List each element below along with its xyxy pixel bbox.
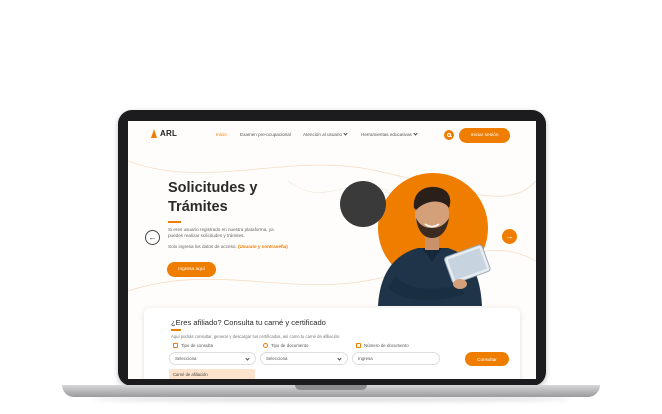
search-icon-handle — [449, 135, 452, 138]
nav-item-herramientas[interactable]: Herramientas educativas — [361, 131, 418, 137]
brand-logo[interactable]: ARL — [151, 129, 177, 138]
field-label-text: Tipo de consulta — [181, 343, 214, 348]
arrow-right-icon: → — [505, 232, 514, 241]
nav-item-inicio[interactable]: Inicio — [216, 132, 227, 137]
card-description: Aquí podrás consultar, generar y descarg… — [171, 334, 341, 339]
product-mockup: ARL Inicio Examen pre-ocupacional Atenci… — [0, 0, 662, 414]
dropdown-option-carne[interactable]: Carné de afiliación — [169, 369, 255, 379]
laptop-notch — [295, 385, 367, 390]
nav-item-examen[interactable]: Examen pre-ocupacional — [240, 132, 291, 137]
card-title-accent-bar — [171, 329, 181, 331]
laptop-screen: ARL Inicio Examen pre-ocupacional Atenci… — [128, 121, 536, 379]
hero-title: Solicitudes y Trámites — [168, 180, 258, 215]
chevron-down-icon — [413, 131, 418, 136]
id-card-icon — [356, 343, 361, 348]
chevron-down-icon — [337, 356, 342, 361]
top-nav: ARL Inicio Examen pre-ocupacional Atenci… — [128, 121, 536, 147]
nav-item-atencion-label: Atención al usuario — [303, 132, 343, 137]
login-button[interactable]: Iniciar sesión — [459, 128, 510, 143]
hero-note-highlight: (Usuario y contraseña) — [237, 244, 288, 249]
nav-item-herramientas-label: Herramientas educativas — [361, 132, 412, 137]
select-value: Selecciona — [175, 356, 197, 361]
hero-person-image — [378, 186, 491, 306]
field-label-tipo-consulta: Tipo de consulta — [173, 343, 213, 348]
tipo-documento-select[interactable]: Selecciona — [260, 352, 348, 365]
input-placeholder: Ingresa — [358, 356, 373, 361]
logo-text: ARL — [160, 129, 178, 138]
nav-item-atencion[interactable]: Atención al usuario — [303, 131, 348, 137]
field-label-tipo-documento: Tipo de documento — [263, 343, 308, 348]
field-label-text: Tipo de documento — [271, 343, 309, 348]
logo-mark-icon — [151, 129, 158, 138]
numero-documento-input[interactable]: Ingresa — [352, 352, 440, 365]
refresh-icon — [173, 343, 178, 348]
select-value: Selecciona — [266, 356, 288, 361]
arrow-left-icon: ← — [148, 233, 157, 242]
hero-description: Si eres usuario registrado en nuestra pl… — [168, 227, 274, 238]
chevron-down-icon — [343, 131, 348, 136]
hero-note: Solo ingresa los datos de acceso. (Usuar… — [168, 244, 318, 249]
user-icon — [263, 343, 268, 348]
chevron-down-icon — [245, 356, 250, 361]
search-button[interactable] — [444, 130, 454, 140]
carousel-prev-button[interactable]: ← — [145, 230, 160, 245]
field-label-numero-documento: Número de documento — [356, 343, 409, 348]
card-title: ¿Eres afiliado? Consulta tu carné y cert… — [171, 318, 326, 327]
title-accent-bar — [168, 221, 181, 223]
hero-note-text: Solo ingresa los datos de acceso. — [168, 244, 237, 249]
hero-cta-button[interactable]: Ingresa aquí — [167, 262, 216, 277]
affiliate-query-card: ¿Eres afiliado? Consulta tu carné y cert… — [144, 308, 520, 379]
consultar-button[interactable]: Consultar — [465, 352, 509, 366]
field-label-text: Número de documento — [364, 343, 409, 348]
tipo-consulta-select[interactable]: Selecciona — [169, 352, 256, 365]
carousel-next-button[interactable]: → — [502, 229, 517, 244]
